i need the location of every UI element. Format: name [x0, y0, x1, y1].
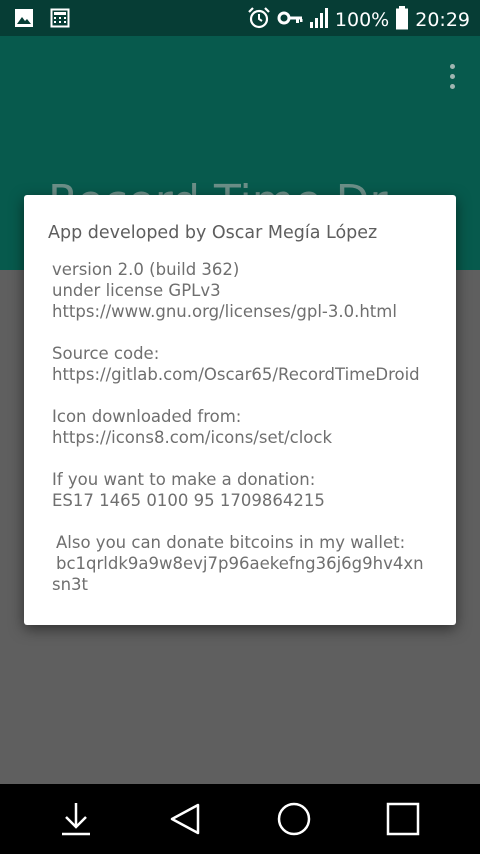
dialog-body: version 2.0 (build 362) under license GP… — [48, 259, 432, 595]
source-code-link[interactable]: https://gitlab.com/Oscar65/RecordTimeDro… — [52, 365, 420, 384]
donation-label: If you want to make a donation: — [52, 470, 316, 489]
hide-keyboard-icon[interactable] — [56, 799, 96, 839]
recents-icon[interactable] — [383, 799, 423, 839]
license-link[interactable]: https://www.gnu.org/licenses/gpl-3.0.htm… — [52, 302, 397, 321]
donation-account: ES17 1465 0100 95 1709864215 — [52, 491, 325, 510]
bitcoin-label: Also you can donate bitcoins in my walle… — [56, 533, 406, 552]
vpn-key-icon — [277, 8, 303, 32]
calculator-icon — [50, 8, 70, 32]
license-text: under license GPLv3 — [52, 281, 221, 300]
dialog-title: App developed by Oscar Megía López — [48, 223, 378, 243]
status-bar: 100% 20:29 — [0, 0, 480, 36]
source-code-label: Source code: — [52, 344, 160, 363]
clock-time: 20:29 — [415, 9, 470, 31]
battery-percent: 100% — [334, 9, 390, 31]
version-text: version 2.0 (build 362) — [52, 260, 240, 279]
image-icon — [14, 8, 34, 32]
signal-icon — [309, 7, 329, 33]
home-icon[interactable] — [274, 799, 314, 839]
icon-source-label: Icon downloaded from: — [52, 407, 242, 426]
back-icon[interactable] — [166, 799, 206, 839]
about-dialog: App developed by Oscar Megía López versi… — [24, 195, 456, 625]
alarm-icon — [247, 6, 271, 34]
bitcoin-wallet: bc1qrldk9a9w8evj7p96aekefng36j6g9hv4xnsn… — [52, 554, 424, 594]
navigation-bar — [0, 784, 480, 854]
icon-source-link[interactable]: https://icons8.com/icons/set/clock — [52, 428, 332, 447]
more-vertical-icon[interactable] — [446, 64, 458, 92]
battery-icon — [395, 6, 409, 34]
